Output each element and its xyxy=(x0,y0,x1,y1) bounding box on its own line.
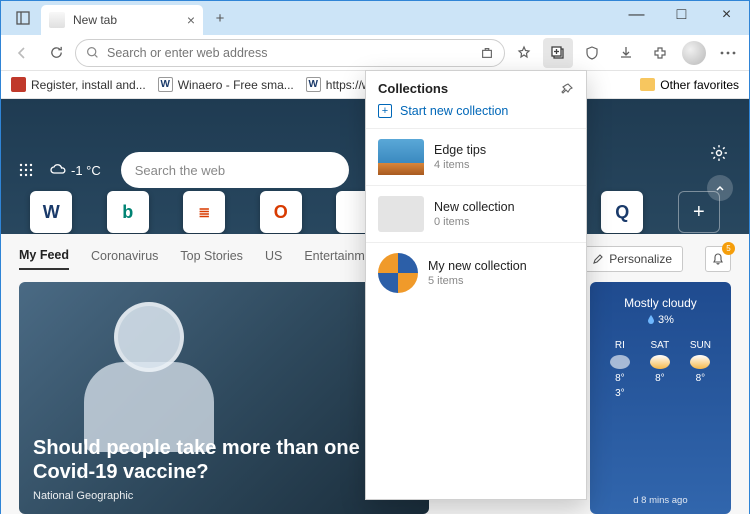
collection-name: New collection xyxy=(434,200,515,214)
notifications-button[interactable]: 5 xyxy=(705,246,731,272)
personalize-button[interactable]: Personalize xyxy=(581,246,683,272)
shopping-icon[interactable] xyxy=(480,46,494,60)
collection-item-my-new[interactable]: My new collection 5 items xyxy=(366,242,586,303)
downloads-icon xyxy=(618,45,634,61)
feed-tab-topstories[interactable]: Top Stories xyxy=(180,249,243,269)
back-button[interactable] xyxy=(7,38,37,68)
reload-button[interactable] xyxy=(41,38,71,68)
collection-count: 4 items xyxy=(434,159,486,171)
apps-grid-button[interactable] xyxy=(17,161,35,179)
vertical-tabs-button[interactable] xyxy=(9,4,37,32)
weather-footer: d 8 mins ago xyxy=(590,495,731,506)
other-favorites-button[interactable]: Other favorites xyxy=(640,78,739,92)
weather-day: SAT8° xyxy=(650,340,670,399)
tab-close-button[interactable]: × xyxy=(187,12,195,28)
drop-icon xyxy=(647,315,655,325)
weather-humidity: 3% xyxy=(600,314,721,326)
tile-icon: W xyxy=(30,191,72,233)
feed-tab-entertainment[interactable]: Entertainm xyxy=(304,249,364,269)
weather-mini[interactable]: -1 °C xyxy=(49,163,101,178)
titlebar: New tab × + — □ × xyxy=(1,1,749,35)
tracking-button[interactable] xyxy=(577,38,607,68)
collection-item-edge-tips[interactable]: Edge tips 4 items xyxy=(366,128,586,185)
bookmark-favicon: W xyxy=(306,77,321,92)
weather-day: SUN8° xyxy=(690,340,711,399)
window-maximize-button[interactable]: □ xyxy=(659,1,704,29)
feed-tab-myfeed[interactable]: My Feed xyxy=(19,248,69,270)
ntp-search-box[interactable]: Search the web xyxy=(121,152,349,188)
profile-button[interactable] xyxy=(679,38,709,68)
shield-icon xyxy=(584,45,600,61)
collection-name: My new collection xyxy=(428,259,527,273)
star-plus-icon xyxy=(516,45,532,61)
folder-icon xyxy=(640,78,655,91)
avatar xyxy=(682,41,706,65)
bookmark-label: Register, install and... xyxy=(31,78,146,92)
new-tab-button[interactable]: + xyxy=(206,4,234,32)
collections-title: Collections xyxy=(378,81,448,96)
tile-icon: O xyxy=(260,191,302,233)
tab-title: New tab xyxy=(73,13,117,27)
collection-thumbnail xyxy=(378,253,418,293)
feed-tab-us[interactable]: US xyxy=(265,249,282,269)
tile-icon: b xyxy=(107,191,149,233)
downloads-button[interactable] xyxy=(611,38,641,68)
bookmark-favicon xyxy=(11,77,26,92)
collection-name: Edge tips xyxy=(434,143,486,157)
app-menu-button[interactable] xyxy=(713,38,743,68)
tab-favicon xyxy=(49,12,65,28)
start-new-collection-button[interactable]: + Start new collection xyxy=(366,100,586,128)
collection-count: 5 items xyxy=(428,275,527,287)
card-title: Should people take more than one Covid-1… xyxy=(33,436,415,484)
bookmark-winaero[interactable]: W Winaero - Free sma... xyxy=(158,77,294,92)
start-new-collection-label: Start new collection xyxy=(400,104,508,118)
collections-panel: Collections + Start new collection Edge … xyxy=(365,70,587,500)
weather-title: Mostly cloudy xyxy=(600,296,721,310)
ntp-settings-button[interactable] xyxy=(705,139,733,167)
tile-icon: ≣ xyxy=(183,191,225,233)
arrow-left-icon xyxy=(14,45,30,61)
other-favorites-label: Other favorites xyxy=(660,78,739,92)
search-placeholder: Search the web xyxy=(135,163,225,178)
window-minimize-button[interactable]: — xyxy=(614,1,659,29)
collection-thumbnail xyxy=(378,139,424,175)
gear-icon xyxy=(710,144,728,162)
personalize-label: Personalize xyxy=(609,252,672,266)
window-close-button[interactable]: × xyxy=(704,1,749,29)
collections-icon xyxy=(550,45,566,61)
tile-icon: Q xyxy=(601,191,643,233)
bookmark-favicon: W xyxy=(158,77,173,92)
pin-icon xyxy=(560,82,574,96)
temperature-label: -1 °C xyxy=(71,163,101,178)
extensions-button[interactable] xyxy=(645,38,675,68)
search-icon xyxy=(86,46,99,59)
tab-new-tab[interactable]: New tab × xyxy=(41,5,203,35)
more-icon xyxy=(720,51,736,55)
bookmark-register[interactable]: Register, install and... xyxy=(11,77,146,92)
favorites-button[interactable] xyxy=(509,38,539,68)
collection-thumbnail xyxy=(378,196,424,232)
vertical-tabs-icon xyxy=(16,11,30,25)
bookmark-label: Winaero - Free sma... xyxy=(178,78,294,92)
grid-icon xyxy=(19,163,33,177)
pencil-icon xyxy=(592,253,604,265)
pin-button[interactable] xyxy=(560,82,574,96)
cloud-icon xyxy=(49,163,67,177)
weather-day: RI8°3° xyxy=(610,340,630,399)
collection-count: 0 items xyxy=(434,216,515,228)
plus-icon: + xyxy=(378,104,392,118)
weather-card[interactable]: Mostly cloudy 3% RI8°3° SAT8° SUN8° d 8 … xyxy=(590,282,731,514)
feed-tab-coronavirus[interactable]: Coronavirus xyxy=(91,249,158,269)
bell-icon xyxy=(711,252,725,266)
card-source: National Geographic xyxy=(33,490,415,502)
reload-icon xyxy=(49,45,64,60)
address-bar[interactable]: Search or enter web address xyxy=(75,39,505,67)
extension-icon xyxy=(652,45,668,61)
collections-button[interactable] xyxy=(543,38,573,68)
notification-badge: 5 xyxy=(722,242,735,255)
collection-item-new[interactable]: New collection 0 items xyxy=(366,185,586,242)
address-bar-placeholder: Search or enter web address xyxy=(107,46,268,60)
toolbar: Search or enter web address xyxy=(1,35,749,71)
plus-icon: + xyxy=(678,191,720,233)
